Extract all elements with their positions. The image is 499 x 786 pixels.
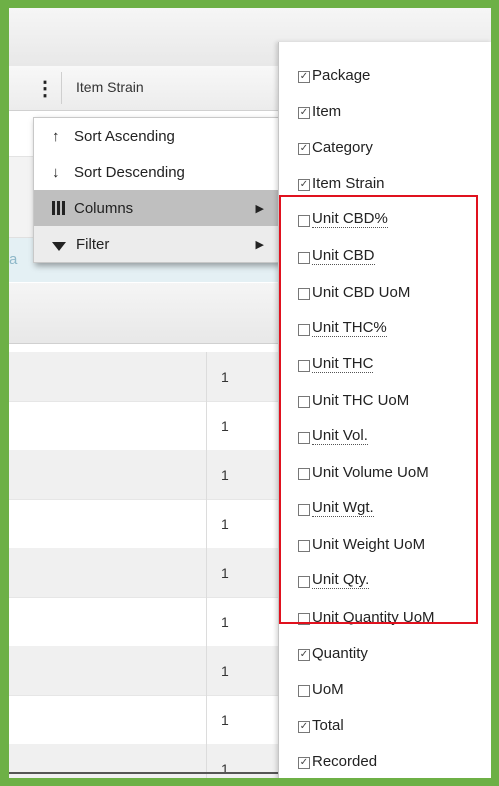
- column-option-label: UoM: [312, 681, 344, 698]
- menu-item-filter[interactable]: Filter ▶: [34, 226, 278, 262]
- cell-divider: [206, 646, 207, 695]
- column-option-total[interactable]: ✓ Total: [298, 706, 344, 734]
- column-option-label: Recorded: [312, 753, 378, 770]
- checkbox-unchecked-icon[interactable]: [298, 685, 310, 697]
- table-cell: 1: [221, 662, 229, 679]
- checkbox-checked-icon[interactable]: ✓: [298, 143, 310, 155]
- column-option-uom[interactable]: UoM: [298, 670, 344, 698]
- cell-divider: [206, 401, 207, 450]
- checkbox-checked-icon[interactable]: ✓: [298, 721, 310, 733]
- cell-divider: [206, 450, 207, 499]
- header-divider: [61, 72, 62, 104]
- column-option-package[interactable]: ✓ Package: [298, 56, 370, 84]
- arrow-up-icon: ↑: [52, 127, 60, 145]
- table-cell: 1: [221, 711, 229, 728]
- cell-divider: [206, 695, 207, 744]
- table-cell: 1: [221, 417, 229, 434]
- menu-item-label: Columns: [74, 199, 134, 217]
- submenu-arrow-icon: ▶: [255, 202, 264, 215]
- columns-icon: [52, 201, 74, 215]
- checkbox-checked-icon[interactable]: ✓: [298, 649, 310, 661]
- menu-item-sort-ascending[interactable]: ↑ Sort Ascending: [34, 118, 278, 154]
- column-option-item[interactable]: ✓ Item: [298, 92, 341, 120]
- table-cell: 1: [221, 368, 229, 385]
- checkbox-checked-icon[interactable]: ✓: [298, 757, 310, 769]
- checkbox-checked-icon[interactable]: ✓: [298, 179, 310, 191]
- column-option-recorded[interactable]: ✓ Recorded: [298, 742, 377, 770]
- cell-divider: [206, 352, 207, 401]
- column-option-category[interactable]: ✓ Category: [298, 128, 373, 156]
- checkbox-checked-icon[interactable]: ✓: [298, 71, 310, 83]
- column-option-label: Item Strain: [312, 175, 385, 192]
- search-stub-text: a: [9, 251, 18, 268]
- arrow-down-icon: ↓: [52, 163, 60, 181]
- menu-item-label: Sort Descending: [74, 163, 185, 181]
- column-option-item-strain[interactable]: ✓ Item Strain: [298, 164, 385, 192]
- column-menu-kebab-icon[interactable]: ⋮: [35, 76, 55, 100]
- unit-columns-highlight-box: [279, 195, 478, 624]
- column-header-item-strain[interactable]: Item Strain: [76, 79, 144, 95]
- column-option-label: Category: [312, 139, 373, 156]
- menu-item-columns[interactable]: Columns ▶: [34, 190, 278, 226]
- column-option-quantity[interactable]: ✓ Quantity: [298, 634, 368, 662]
- column-option-label: Quantity: [312, 645, 368, 662]
- menu-item-label: Filter: [76, 235, 110, 253]
- menu-item-label: Sort Ascending: [74, 127, 175, 145]
- column-option-label: Package: [312, 67, 371, 84]
- table-cell: 1: [221, 466, 229, 483]
- cell-divider: [206, 548, 207, 597]
- cell-divider: [206, 597, 207, 646]
- submenu-arrow-icon: ▶: [255, 238, 264, 251]
- column-option-label: Total: [312, 717, 344, 734]
- menu-item-sort-descending[interactable]: ↓ Sort Descending: [34, 154, 278, 190]
- table-cell: 1: [221, 613, 229, 630]
- filter-icon: [52, 241, 66, 251]
- column-context-menu: ↑ Sort Ascending ↓ Sort Descending Colum…: [33, 117, 279, 263]
- column-option-label: Item: [312, 103, 342, 120]
- table-cell: 1: [221, 564, 229, 581]
- table-cell: 1: [221, 515, 229, 532]
- checkbox-checked-icon[interactable]: ✓: [298, 107, 310, 119]
- cell-divider: [206, 499, 207, 548]
